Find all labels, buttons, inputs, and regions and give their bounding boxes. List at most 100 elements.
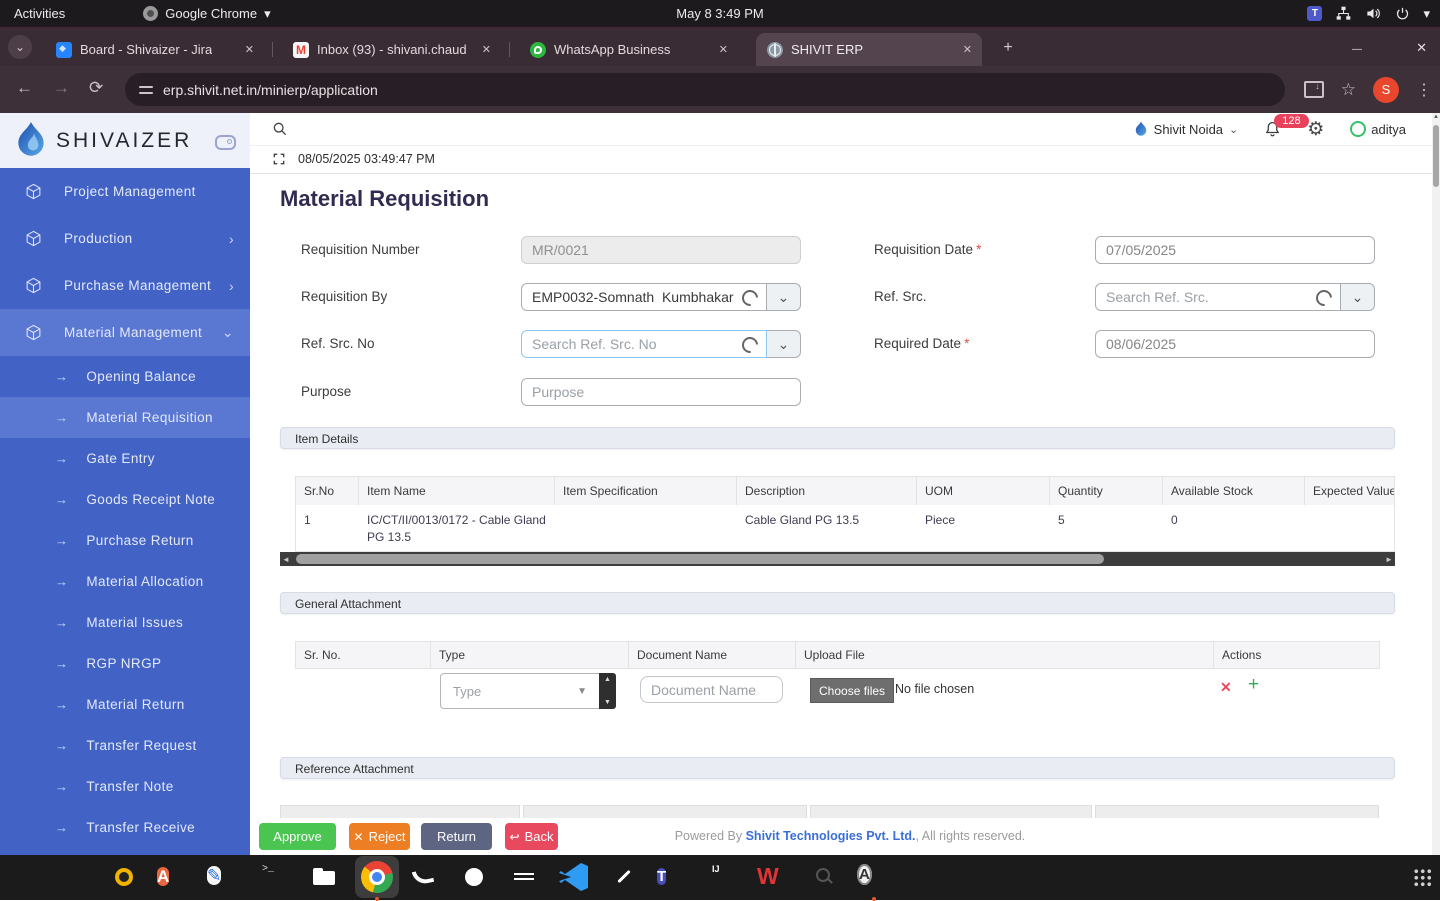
rhythmbox-icon[interactable]	[107, 860, 141, 894]
shivit-link[interactable]: Shivit Technologies Pvt. Ltd.	[746, 829, 916, 843]
sidebar-subitem-transfer-note[interactable]: Transfer Note	[0, 766, 250, 807]
notifications-button[interactable]: 128	[1264, 114, 1309, 138]
requisition-by-input[interactable]	[521, 283, 767, 311]
address-bar[interactable]: erp.shivit.net.in/minierp/application	[125, 73, 1285, 106]
tab-whatsapp[interactable]: WhatsApp Business	[519, 33, 738, 66]
mysql-workbench-icon[interactable]	[407, 860, 441, 894]
tab-close-icon[interactable]	[963, 43, 972, 56]
fullscreen-icon[interactable]	[272, 152, 286, 166]
tab-gmail[interactable]: Inbox (93) - shivani.chaud	[282, 33, 501, 66]
settings-gear-icon[interactable]	[1307, 118, 1324, 141]
eclipse-icon[interactable]	[507, 860, 541, 894]
cube-icon	[26, 277, 41, 294]
browser-menu-icon[interactable]	[1416, 80, 1432, 100]
requisition-by-combo[interactable]	[521, 283, 801, 311]
files-icon[interactable]	[307, 860, 341, 894]
sidebar-subitem-purchase-return[interactable]: Purchase Return	[0, 520, 250, 561]
return-button[interactable]: Return	[421, 823, 492, 850]
install-app-icon[interactable]	[1303, 81, 1324, 98]
sidebar-subitem-material-issues[interactable]: Material Issues	[0, 602, 250, 643]
sidebar-item-production[interactable]: Production	[0, 215, 250, 262]
app-a-icon[interactable]	[857, 860, 891, 901]
step-down-icon[interactable]	[604, 699, 611, 706]
org-selector[interactable]: Shivit Noida	[1134, 121, 1239, 138]
github-icon[interactable]	[457, 860, 491, 894]
dropdown-button[interactable]	[1341, 283, 1375, 311]
vertical-scrollbar[interactable]	[1432, 113, 1440, 855]
sidebar-subitem-material-requisition[interactable]: Material Requisition	[0, 397, 255, 438]
postman-icon[interactable]	[607, 860, 641, 894]
scroll-left-arrow[interactable]	[280, 552, 292, 566]
ref-src-no-combo[interactable]	[521, 330, 801, 358]
remove-row-icon[interactable]	[1220, 679, 1232, 696]
approve-button[interactable]: Approve	[259, 823, 336, 850]
scrollbar-thumb[interactable]	[1433, 125, 1439, 187]
new-tab-button[interactable]	[997, 37, 1019, 59]
choose-files-button[interactable]: Choose files	[810, 678, 895, 703]
sidebar-subitem-gate-entry[interactable]: Gate Entry	[0, 438, 250, 479]
step-up-icon[interactable]	[604, 676, 611, 683]
dropdown-button[interactable]	[767, 330, 801, 358]
intellij-icon[interactable]	[707, 860, 741, 894]
document-name-input[interactable]	[640, 676, 783, 703]
attachment-type-select[interactable]: Type	[440, 673, 600, 709]
add-row-icon[interactable]	[1248, 674, 1259, 696]
tab-shivit-erp-active[interactable]: SHIVIT ERP	[756, 33, 982, 66]
wps-office-icon[interactable]	[757, 860, 791, 894]
tab-jira[interactable]: Board - Shivaizer - Jira	[45, 33, 264, 66]
window-close-button[interactable]	[1416, 40, 1427, 56]
tray-caret-icon	[1423, 6, 1430, 22]
scrollbar-thumb[interactable]	[296, 554, 1104, 564]
browser-profile-avatar[interactable]: S	[1373, 76, 1399, 103]
firefox-icon[interactable]	[7, 860, 41, 894]
thunderbird-icon[interactable]	[57, 860, 91, 894]
reload-button[interactable]	[89, 78, 103, 98]
tab-search-button[interactable]	[8, 35, 32, 59]
bookmark-star-icon[interactable]	[1341, 80, 1356, 100]
purpose-input[interactable]	[521, 378, 801, 406]
ref-src-input[interactable]	[1095, 283, 1341, 311]
sidebar-item-material-management[interactable]: Material Management	[0, 309, 250, 356]
show-apps-grid-icon[interactable]	[1405, 860, 1439, 894]
sidebar-subitem-transfer-request[interactable]: Transfer Request	[0, 725, 250, 766]
clock[interactable]: May 8 3:49 PM	[0, 6, 1440, 21]
sidebar-subitem-rgp-nrgp[interactable]: RGP NRGP	[0, 643, 250, 684]
dropdown-button[interactable]	[767, 283, 801, 311]
terminal-icon[interactable]	[257, 860, 291, 894]
requisition-number-input	[521, 236, 801, 264]
back-nav-button[interactable]	[16, 78, 33, 98]
type-select-stepper[interactable]	[599, 673, 616, 709]
ref-src-no-input[interactable]	[521, 330, 767, 358]
back-button[interactable]: Back	[505, 823, 558, 850]
user-menu[interactable]: aditya	[1350, 121, 1406, 137]
tab-close-icon[interactable]	[719, 43, 728, 56]
site-settings-icon[interactable]	[139, 84, 153, 96]
window-minimize-button[interactable]	[1352, 40, 1362, 55]
chrome-icon[interactable]	[355, 856, 399, 901]
scroll-up-arrow[interactable]	[1432, 114, 1440, 120]
sidebar-subitem-material-allocation[interactable]: Material Allocation	[0, 561, 250, 602]
sidebar-item-project-management[interactable]: Project Management	[0, 168, 250, 215]
sidebar-subitem-opening-balance[interactable]: Opening Balance	[0, 356, 250, 397]
sidebar-subitem-goods-receipt-note[interactable]: Goods Receipt Note	[0, 479, 250, 520]
search-icon[interactable]	[272, 121, 288, 137]
teams-icon[interactable]	[657, 860, 691, 894]
tab-close-icon[interactable]	[482, 43, 491, 56]
vscode-icon[interactable]	[557, 860, 591, 894]
screenshot-tool-icon[interactable]	[807, 860, 841, 894]
sidebar-subitem-material-return[interactable]: Material Return	[0, 684, 250, 725]
forward-nav-button[interactable]	[53, 78, 70, 98]
ref-src-combo[interactable]	[1095, 283, 1375, 311]
reject-button[interactable]: Reject	[349, 823, 410, 850]
ubuntu-software-icon[interactable]	[157, 860, 191, 894]
sidebar-toggle-icon[interactable]	[215, 135, 236, 150]
sidebar-subitem-transfer-receive[interactable]: Transfer Receive	[0, 807, 250, 848]
required-date-input[interactable]	[1095, 330, 1375, 358]
system-tray[interactable]	[1307, 6, 1430, 22]
scroll-right-arrow[interactable]	[1383, 552, 1395, 566]
text-editor-icon[interactable]	[207, 860, 241, 894]
sidebar-item-purchase-management[interactable]: Purchase Management	[0, 262, 250, 309]
requisition-date-input[interactable]	[1095, 236, 1375, 264]
horizontal-scrollbar[interactable]	[280, 552, 1395, 566]
tab-close-icon[interactable]	[245, 43, 254, 56]
